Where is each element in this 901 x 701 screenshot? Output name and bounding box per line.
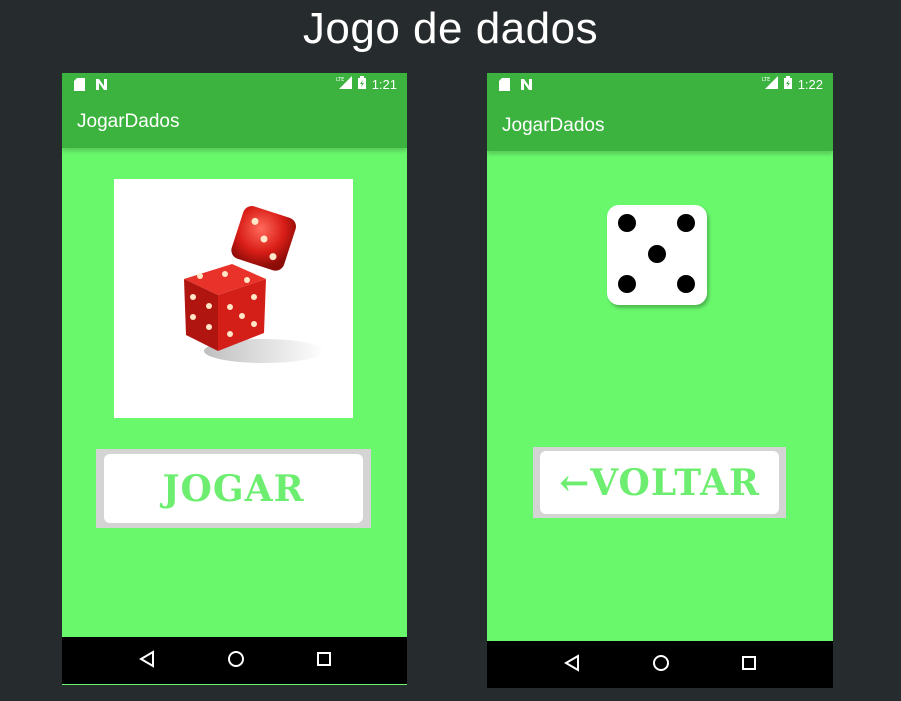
home-circle-icon[interactable]	[652, 654, 670, 676]
lte-signal-icon: LTE	[336, 76, 352, 92]
page-title: Jogo de dados	[302, 4, 599, 53]
svg-text:LTE: LTE	[762, 77, 770, 83]
dice-image	[114, 179, 353, 418]
die-pip	[648, 245, 666, 263]
nav-bar	[62, 637, 407, 684]
recents-square-icon[interactable]	[316, 651, 332, 671]
jogar-button[interactable]: JOGAR	[104, 454, 363, 523]
die-pip	[618, 275, 636, 293]
battery-icon	[783, 76, 792, 92]
phone-screen-result: LTE 1:22 JogarDados ←VOLTAR	[487, 73, 833, 688]
status-time: 1:22	[797, 76, 823, 92]
die-pip	[677, 275, 695, 293]
phone-screen-home: LTE 1:21 JogarDados JOGAR	[62, 73, 407, 685]
recents-square-icon[interactable]	[741, 655, 757, 675]
back-triangle-icon[interactable]	[138, 649, 156, 672]
status-bar: LTE 1:21	[62, 73, 407, 93]
die-face-five	[607, 205, 707, 305]
voltar-button[interactable]: ←VOLTAR	[540, 451, 779, 514]
battery-icon	[357, 76, 366, 92]
nav-bar	[487, 641, 833, 688]
die-pip	[618, 214, 636, 232]
lte-signal-icon: LTE	[762, 76, 778, 92]
app-bar: JogarDados	[62, 93, 407, 148]
app-bar: JogarDados	[487, 93, 833, 151]
home-circle-icon[interactable]	[227, 650, 245, 672]
status-time: 1:21	[371, 76, 397, 92]
die-pip	[677, 214, 695, 232]
jogar-button-frame: JOGAR	[96, 449, 371, 528]
app-title: JogarDados	[77, 111, 180, 132]
app-title: JogarDados	[502, 115, 605, 136]
status-bar: LTE 1:22	[487, 73, 833, 93]
voltar-button-frame: ←VOLTAR	[533, 447, 786, 518]
svg-text:LTE: LTE	[336, 77, 344, 83]
back-triangle-icon[interactable]	[563, 653, 581, 676]
